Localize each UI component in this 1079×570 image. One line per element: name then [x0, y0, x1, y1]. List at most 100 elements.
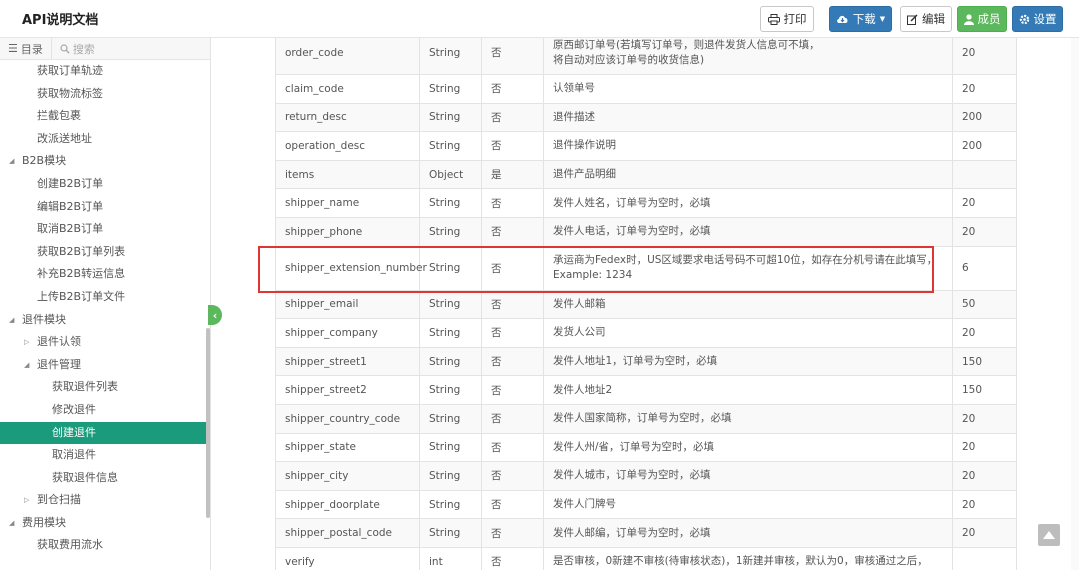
sidebar-item[interactable]: ▷ 退件认领	[0, 331, 207, 354]
sidebar-item-label: 到仓扫描	[37, 493, 81, 507]
sidebar: ☰ 目录 搜索 获取订单轨迹获取物流标签拦截包裹改派送地址 ◢ B2B模块创建B2B…	[0, 38, 211, 570]
sidebar-item-label: 获取费用流水	[37, 538, 103, 552]
param-name-cell: claim_code	[275, 74, 420, 104]
param-type-cell: String	[419, 489, 482, 520]
sidebar-item[interactable]: 获取订单轨迹	[0, 60, 207, 83]
param-name-cell: operation_desc	[275, 131, 420, 161]
caret-expanded-icon[interactable]: ◢	[9, 150, 14, 173]
sidebar-item[interactable]: 补充B2B转运信息	[0, 263, 207, 286]
sidebar-item[interactable]: 上传B2B订单文件	[0, 286, 207, 309]
table-row: shipper_phone String 否发件人电话，订单号为空时，必填 20	[275, 216, 1017, 247]
sidebar-item[interactable]: 获取退件信息	[0, 467, 207, 490]
param-required-cell: 否	[481, 518, 544, 548]
sidebar-item[interactable]: ◢ 退件模块	[0, 309, 207, 332]
param-name-cell: items	[275, 159, 420, 190]
sidebar-item[interactable]: ◢ B2B模块	[0, 150, 207, 173]
table-row: shipper_city String 否发件人城市，订单号为空时，必填 20	[275, 461, 1017, 491]
sidebar-item-label: 拦截包裹	[37, 109, 81, 123]
sidebar-item-label: 编辑B2B订单	[37, 199, 104, 213]
sidebar-item[interactable]: 编辑B2B订单	[0, 196, 207, 219]
param-desc-line: 退件描述	[553, 110, 595, 123]
param-type-cell: String	[419, 38, 482, 75]
sidebar-item[interactable]: 获取B2B订单列表	[0, 241, 207, 264]
sidebar-item[interactable]: 获取物流标签	[0, 83, 207, 106]
param-name-cell: shipper_doorplate	[275, 489, 420, 520]
param-type-cell: String	[419, 74, 482, 104]
param-desc-cell: 发件人邮编，订单号为空时，必填	[543, 518, 953, 548]
download-button[interactable]: 下载 ▼	[829, 6, 892, 32]
param-type-cell: String	[419, 289, 482, 320]
caret-expanded-icon[interactable]: ◢	[9, 512, 14, 535]
param-name-cell: return_desc	[275, 102, 420, 133]
param-type-cell: String	[419, 432, 482, 463]
param-required-cell: 否	[481, 375, 544, 405]
param-desc-cell: 发件人国家简称，订单号为空时，必填	[543, 403, 953, 434]
param-required-cell: 否	[481, 289, 544, 320]
edit-button[interactable]: 编辑	[900, 6, 952, 32]
edit-icon	[907, 13, 918, 25]
param-length-cell: 20	[952, 188, 1017, 218]
param-desc-line: 发件人国家简称，订单号为空时，必填	[553, 412, 732, 425]
download-label: 下载	[852, 12, 876, 26]
param-type-cell: String	[419, 375, 482, 405]
param-desc-line: 发货人公司	[553, 326, 606, 339]
top-header: API说明文档 打印 下载 ▼ 编辑 成员 设置	[0, 0, 1079, 38]
sidebar-item-label: 取消B2B订单	[37, 222, 104, 236]
sidebar-item[interactable]: 取消退件	[0, 444, 207, 467]
param-length-cell: 20	[952, 461, 1017, 491]
sidebar-item[interactable]: 拦截包裹	[0, 105, 207, 128]
sidebar-tree: 获取订单轨迹获取物流标签拦截包裹改派送地址 ◢ B2B模块创建B2B订单 编辑B2B订…	[0, 60, 207, 557]
sidebar-item-label: 退件认领	[37, 335, 81, 349]
edit-label: 编辑	[922, 12, 945, 26]
table-row: shipper_street1 String 否发件人地址1，订单号为空时，必填 15…	[275, 346, 1017, 377]
sidebar-item[interactable]: ◢ 费用模块	[0, 512, 207, 535]
caret-collapsed-icon[interactable]: ▷	[24, 331, 29, 354]
sidebar-item[interactable]: 获取费用流水	[0, 534, 207, 557]
param-required-cell: 否	[481, 318, 544, 348]
main-scrollbar[interactable]	[1071, 38, 1079, 570]
sidebar-item[interactable]: 修改退件	[0, 399, 207, 422]
settings-button[interactable]: 设置	[1012, 6, 1063, 32]
sidebar-item[interactable]: 创建B2B订单	[0, 173, 207, 196]
param-length-cell: 20	[952, 38, 1017, 75]
sidebar-item-label: 获取订单轨迹	[37, 64, 103, 77]
table-row: shipper_name String 否发件人姓名，订单号为空时，必填 20	[275, 188, 1017, 218]
sidebar-item[interactable]: 改派送地址	[0, 128, 207, 151]
sidebar-item[interactable]: ▷ 到仓扫描	[0, 489, 207, 512]
print-button[interactable]: 打印	[760, 6, 814, 32]
param-desc-cell: 退件描述	[543, 102, 953, 133]
param-required-cell: 否	[481, 546, 544, 570]
main-content: order_code String 否原西邮订单号(若填写订单号，则退件发货人信息可…	[215, 38, 1079, 570]
param-name-cell: shipper_email	[275, 289, 420, 320]
members-button[interactable]: 成员	[957, 6, 1007, 32]
caret-collapsed-icon[interactable]: ▷	[24, 489, 29, 512]
scroll-to-top-button[interactable]	[1038, 524, 1060, 546]
param-type-cell: String	[419, 518, 482, 548]
param-desc-cell: 退件产品明细	[543, 159, 953, 190]
tab-toc[interactable]: ☰ 目录	[0, 38, 52, 60]
param-desc-cell: 是否审核，0新建不审核(待审核状态)，1新建并审核，默认为0，审核通过之后，	[543, 546, 953, 570]
table-row: verify int 否是否审核，0新建不审核(待审核状态)，1新建并审核，默认为0…	[275, 546, 1017, 570]
sidebar-item-label: 创建B2B订单	[37, 176, 104, 190]
param-desc-line: 认领单号	[553, 82, 595, 95]
tab-search[interactable]: 搜索	[52, 38, 103, 60]
param-name-cell: shipper_name	[275, 188, 420, 218]
gear-icon	[1019, 14, 1029, 24]
sidebar-item[interactable]: 取消B2B订单	[0, 218, 207, 241]
sidebar-item-label: 获取B2B订单列表	[37, 244, 126, 258]
caret-expanded-icon[interactable]: ◢	[24, 354, 29, 377]
tab-search-label: 搜索	[72, 42, 95, 56]
sidebar-scrollbar[interactable]	[206, 328, 210, 518]
caret-expanded-icon[interactable]: ◢	[9, 309, 14, 332]
param-desc-cell: 退件操作说明	[543, 131, 953, 161]
param-type-cell: String	[419, 188, 482, 218]
members-label: 成员	[977, 12, 1001, 26]
param-desc-cell: 发件人城市，订单号为空时，必填	[543, 461, 953, 491]
param-desc-cell: 发件人邮箱	[543, 289, 953, 320]
sidebar-item[interactable]: ◢ 退件管理	[0, 354, 207, 377]
param-length-cell: 20	[952, 518, 1017, 548]
param-desc-cell: 发件人地址1，订单号为空时，必填	[543, 346, 953, 377]
caret-down-icon: ▼	[879, 15, 886, 23]
sidebar-item[interactable]: 获取退件列表	[0, 376, 207, 399]
sidebar-item[interactable]: 创建退件	[0, 421, 207, 445]
